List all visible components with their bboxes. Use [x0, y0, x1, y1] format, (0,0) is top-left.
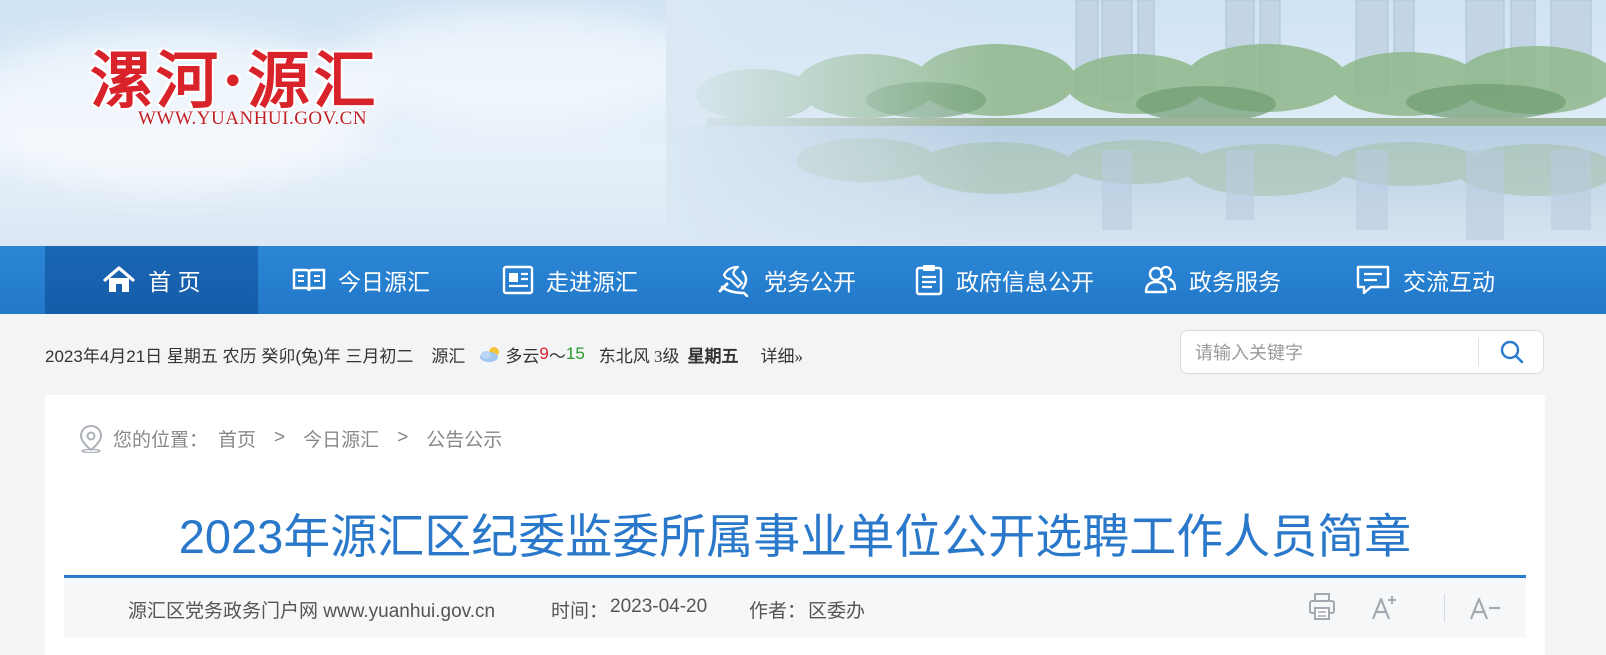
breadcrumb-today[interactable]: 今日源汇: [303, 425, 379, 452]
info-bar: 2023年4月21日 星期五 农历 癸卯(兔)年 三月初二 源汇 多云 9 ～ …: [45, 332, 945, 376]
tool-divider: [1444, 594, 1445, 622]
weather-condition: 多云: [505, 346, 540, 366]
font-decrease-icon: [1469, 597, 1500, 620]
partly-cloudy-icon: [480, 347, 500, 362]
breadcrumb-separator: >: [397, 427, 409, 448]
search-button[interactable]: [1481, 331, 1543, 373]
nav-item-services[interactable]: 政务服务: [1143, 246, 1281, 314]
nav-item-about[interactable]: 走进源汇: [502, 246, 638, 314]
location-pin-icon: [79, 424, 103, 453]
article-author-label: 作者：: [749, 601, 807, 622]
nav-item-label: 交流互动: [1403, 269, 1495, 295]
article-title: 2023年源汇区纪委监委所属事业单位公开选聘工作人员简章: [178, 510, 1412, 563]
nav-item-label: 首 页: [148, 269, 201, 295]
article-time-label: 时间：: [551, 601, 609, 622]
weekday: 星期五: [687, 346, 739, 366]
temp-low: 9: [539, 344, 549, 363]
clipboard-icon: [915, 265, 943, 296]
wind-info: 东北风 3级: [598, 346, 680, 366]
calendar-date: 2023年4月21日 星期五 农历 癸卯(兔)年 三月初二: [45, 346, 414, 366]
article-source: 源汇区党务政务门户网 www.yuanhui.gov.cn: [128, 601, 496, 622]
print-icon: [1309, 593, 1335, 620]
news-icon: [502, 265, 534, 295]
breadcrumb-home[interactable]: 首页: [218, 425, 256, 452]
cityscape-image: [666, 0, 1606, 246]
nav-item-label: 政府信息公开: [956, 269, 1094, 295]
nav-item-label: 今日源汇: [338, 269, 430, 295]
header-banner: 漯河·源汇 WWW.YUANHUI.GOV.CN: [0, 0, 1606, 246]
article-meta: 源汇区党务政务门户网 www.yuanhui.gov.cn 时间： 2023-0…: [64, 578, 1526, 638]
site-logo-url[interactable]: WWW.YUANHUI.GOV.CN: [138, 108, 367, 130]
nav-item-interaction[interactable]: 交流互动: [1355, 246, 1495, 314]
search-input[interactable]: [1193, 339, 1497, 367]
nav-item-today[interactable]: 今日源汇: [292, 246, 430, 314]
cloud-decoration: [330, 10, 710, 130]
search-icon: [1500, 340, 1524, 364]
breadcrumb-prefix: 您的位置：: [113, 429, 209, 451]
print-button[interactable]: [1308, 592, 1336, 629]
party-emblem-icon: [718, 265, 749, 297]
article-author: 区委办: [808, 601, 866, 622]
breadcrumb: 您的位置： 首页 > 今日源汇 > 公告公示: [77, 423, 502, 453]
nav-item-label: 走进源汇: [546, 269, 638, 295]
font-increase-button[interactable]: [1370, 592, 1398, 629]
book-icon: [292, 268, 326, 292]
weather-city: 源汇: [431, 346, 466, 366]
font-decrease-button[interactable]: [1468, 592, 1502, 629]
temp-high: 15: [565, 344, 585, 363]
main-nav: 首 页 今日源汇 走进源汇 党务公开 政府信息公开 政务服务 交流互动: [0, 246, 1606, 314]
nav-item-home[interactable]: 首 页: [45, 246, 258, 314]
breadcrumb-separator: >: [274, 427, 286, 448]
weather-detail-link[interactable]: 详细»: [761, 342, 804, 367]
search-divider: [1478, 338, 1479, 366]
article-time: 2023-04-20: [610, 596, 708, 617]
nav-item-label: 党务公开: [764, 269, 856, 295]
nav-item-gov-info[interactable]: 政府信息公开: [914, 246, 1094, 314]
article-card: 您的位置： 首页 > 今日源汇 > 公告公示 2023年源汇区纪委监委所属事业单…: [45, 395, 1545, 655]
users-icon: [1144, 265, 1177, 294]
chat-icon: [1356, 265, 1390, 295]
search-box: [1180, 330, 1544, 374]
breadcrumb-notices[interactable]: 公告公示: [426, 425, 502, 452]
nav-item-label: 政务服务: [1189, 269, 1281, 295]
site-logo-title[interactable]: 漯河·源汇: [90, 30, 380, 120]
font-increase-icon: [1371, 596, 1396, 620]
home-icon: [103, 266, 135, 292]
temp-separator: ～: [548, 346, 566, 366]
nav-item-party[interactable]: 党务公开: [716, 246, 856, 314]
